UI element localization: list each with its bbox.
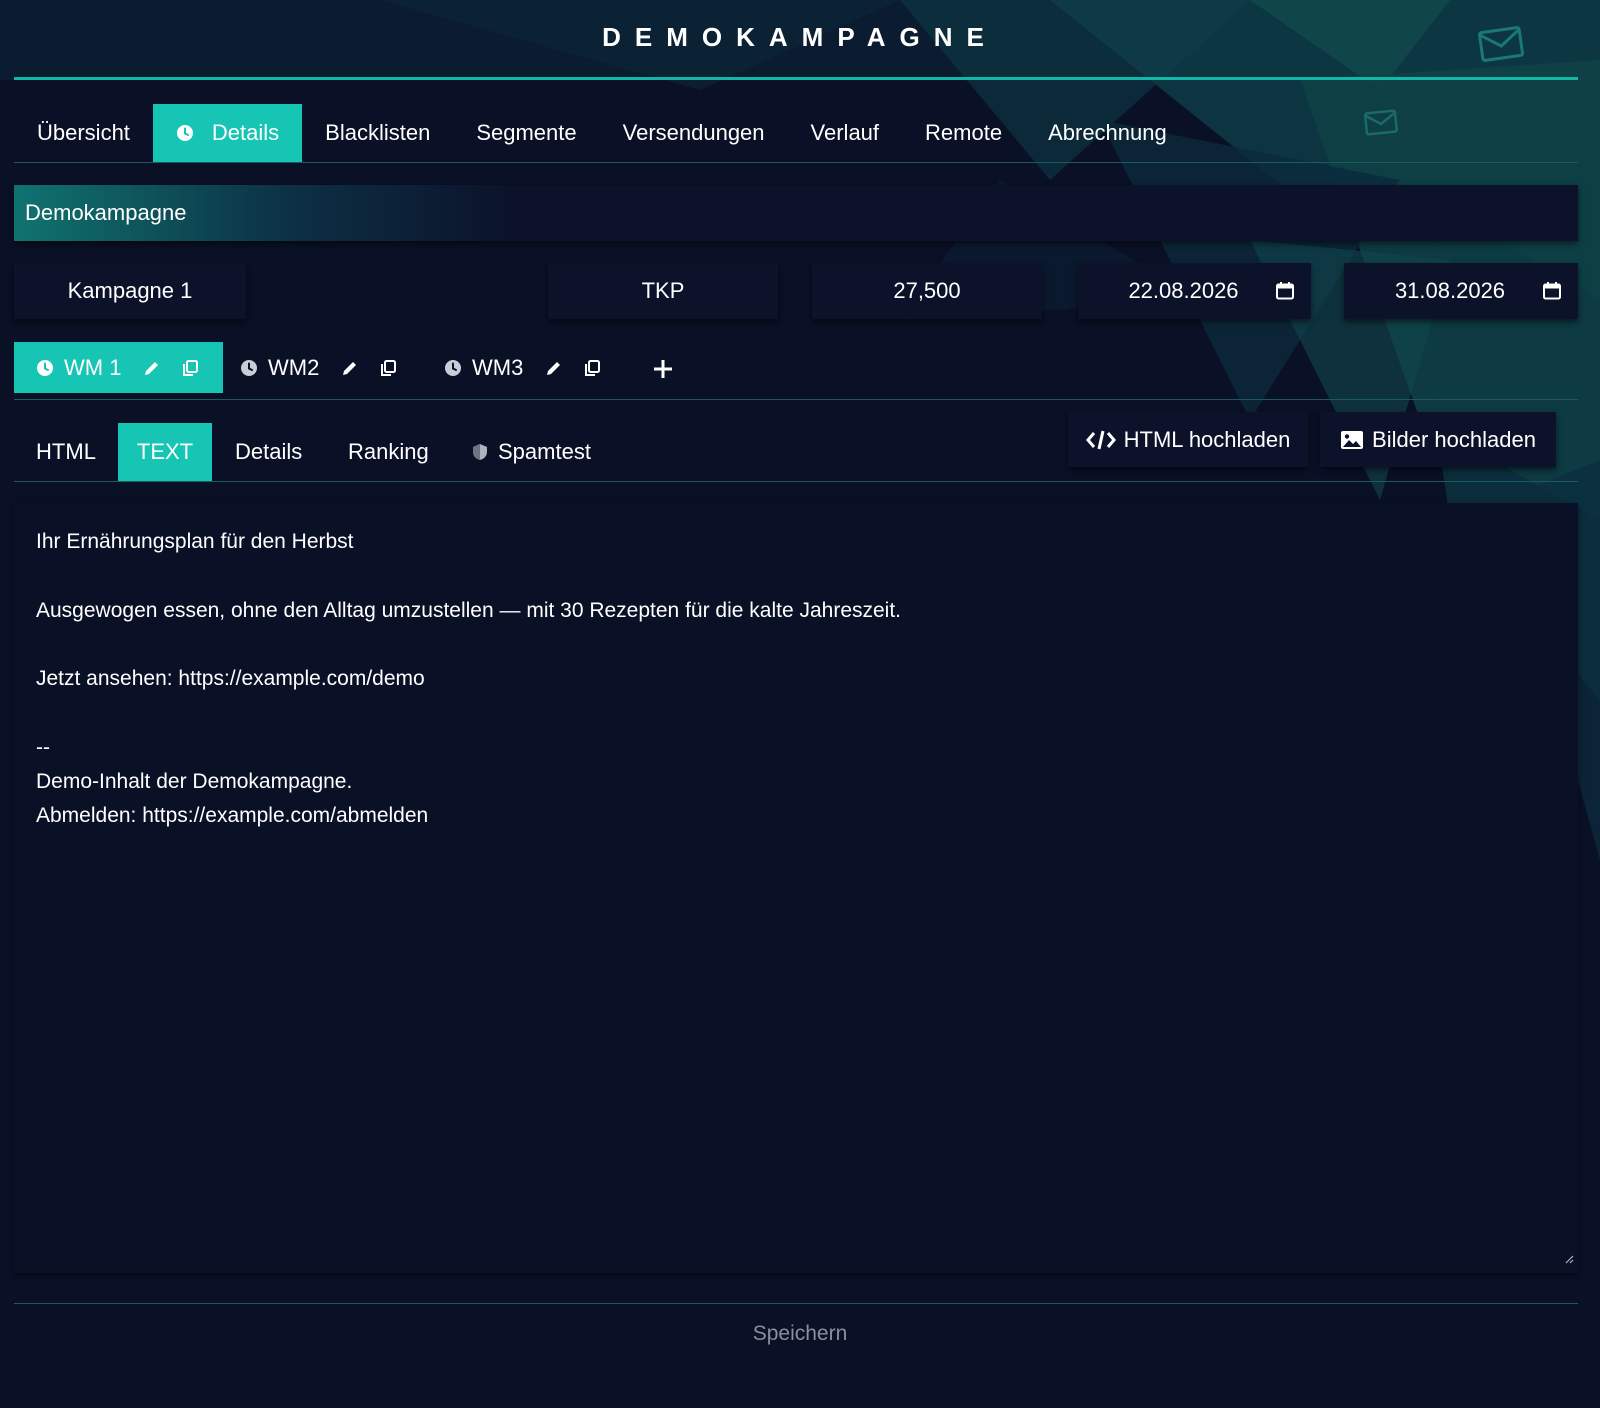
- editor-line: Ausgewogen essen, ohne den Alltag umzust…: [36, 599, 902, 622]
- campaign-header: Demokampagne: [14, 185, 1578, 241]
- mailing-tab-wm2[interactable]: WM2: [240, 342, 397, 393]
- title-divider: [14, 77, 1578, 80]
- tab-details[interactable]: Details: [152, 104, 303, 162]
- campaign-name: Demokampagne: [25, 200, 187, 225]
- mailing-label: WM 1: [64, 354, 122, 380]
- end-date-value: 31.08.2026: [1394, 278, 1506, 303]
- tab-spamtest[interactable]: Spamtest: [472, 423, 591, 481]
- add-mailing-icon[interactable]: [652, 354, 674, 388]
- mailing-tab-wm3[interactable]: WM3: [444, 342, 601, 393]
- copy-icon[interactable]: [379, 359, 397, 377]
- tab-content-details[interactable]: Details: [235, 423, 302, 481]
- tab-html[interactable]: HTML: [14, 423, 118, 481]
- copy-icon[interactable]: [583, 359, 601, 377]
- tab-label: Segmente: [476, 120, 577, 145]
- mailing-tab-wm1[interactable]: WM 1: [14, 342, 223, 393]
- clock-icon: [444, 359, 462, 377]
- envelope-icon: [1478, 26, 1524, 67]
- billing-type-field[interactable]: TKP: [548, 263, 778, 319]
- page-title: DEMOKAMPAGNE: [602, 22, 998, 52]
- campaign-name-field[interactable]: Kampagne 1: [14, 263, 246, 319]
- pencil-icon[interactable]: [143, 359, 161, 377]
- tab-label: Übersicht: [37, 120, 130, 145]
- tab-versendungen[interactable]: Versendungen: [600, 104, 788, 162]
- tab-segmente[interactable]: Segmente: [453, 104, 599, 162]
- tab-label: Details: [235, 439, 303, 464]
- start-date-value: 22.08.2026: [1128, 278, 1239, 303]
- price-field[interactable]: 27,500: [812, 263, 1042, 319]
- clock-icon: [36, 359, 54, 377]
- calendar-icon[interactable]: [1275, 281, 1295, 307]
- shield-icon: [472, 443, 488, 461]
- resize-handle-icon[interactable]: [1564, 1251, 1574, 1269]
- tab-label: Versendungen: [622, 120, 765, 145]
- editor-line: Abmelden: https://example.com/abmelden: [36, 804, 429, 827]
- tab-label: HTML: [36, 439, 96, 464]
- editor-line: Demo-Inhalt der Demokampagne.: [36, 770, 353, 793]
- tab-label: TEXT: [136, 439, 194, 464]
- mailing-label: WM3: [472, 354, 524, 380]
- image-icon: [1340, 429, 1364, 451]
- clock-icon: [176, 124, 194, 142]
- tab-label: Remote: [925, 120, 1003, 145]
- end-date-field[interactable]: 31.08.2026: [1344, 263, 1578, 319]
- start-date-field[interactable]: 22.08.2026: [1078, 263, 1311, 319]
- pencil-icon[interactable]: [341, 359, 359, 377]
- html-upload-label: HTML hochladen: [1123, 426, 1291, 452]
- tab-remote[interactable]: Remote: [902, 104, 1025, 162]
- editor-line: --: [36, 736, 50, 759]
- pencil-icon[interactable]: [545, 359, 563, 377]
- campaign-name-value: Kampagne 1: [67, 278, 193, 303]
- tab-label: Blacklisten: [325, 120, 431, 145]
- tab-label: Details: [211, 120, 280, 145]
- tab-uebersicht[interactable]: Übersicht: [14, 104, 153, 162]
- tab-ranking[interactable]: Ranking: [348, 423, 429, 481]
- images-upload-label: Bilder hochladen: [1372, 426, 1536, 452]
- calendar-icon[interactable]: [1542, 281, 1562, 307]
- mailing-tabs: WM 1 WM2 WM3: [14, 342, 1578, 400]
- html-upload-button[interactable]: HTML hochladen: [1068, 412, 1308, 467]
- mailing-label: WM2: [268, 354, 320, 380]
- tab-label: Abrechnung: [1048, 120, 1167, 145]
- text-editor[interactable]: Ihr Ernährungsplan für den Herbst Ausgew…: [14, 503, 1578, 1273]
- editor-line: Jetzt ansehen: https://example.com/demo: [36, 667, 425, 690]
- images-upload-button[interactable]: Bilder hochladen: [1320, 412, 1556, 467]
- tab-verlauf[interactable]: Verlauf: [788, 104, 903, 162]
- tab-blacklisten[interactable]: Blacklisten: [302, 104, 453, 162]
- tab-label: Spamtest: [498, 439, 591, 464]
- code-icon: [1085, 429, 1116, 451]
- footer-divider: [14, 1303, 1578, 1304]
- price-value: 27,500: [893, 278, 961, 303]
- tab-text[interactable]: TEXT: [118, 423, 212, 481]
- main-tabs: Übersicht Details Blacklisten Segmente V…: [14, 104, 1578, 163]
- save-button[interactable]: Speichern: [0, 1322, 1600, 1346]
- editor-line: Ihr Ernährungsplan für den Herbst: [36, 530, 354, 553]
- tab-label: Verlauf: [810, 120, 880, 145]
- copy-icon[interactable]: [181, 359, 199, 377]
- tab-label: Ranking: [348, 439, 429, 464]
- clock-icon: [240, 359, 258, 377]
- billing-type-value: TKP: [641, 278, 685, 303]
- tab-abrechnung[interactable]: Abrechnung: [1025, 104, 1190, 162]
